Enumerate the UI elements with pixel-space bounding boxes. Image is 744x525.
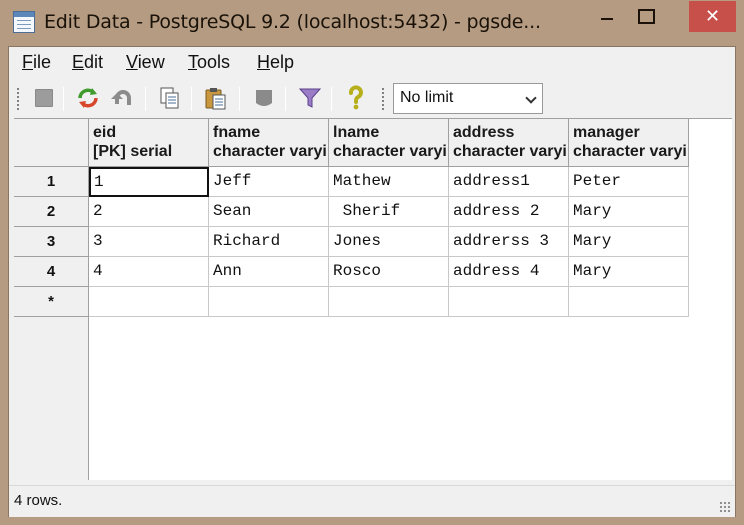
paste-icon[interactable] <box>203 85 229 111</box>
table-cell[interactable]: Richard <box>209 227 329 257</box>
window-title: Edit Data - PostgreSQL 9.2 (localhost:54… <box>44 11 541 33</box>
grid-corner[interactable] <box>14 119 89 167</box>
column-header-address[interactable]: address character varying <box>449 119 569 167</box>
table-cell[interactable]: addrerss 3 <box>449 227 569 257</box>
menu-bar: File Edit View Tools Help <box>9 47 735 79</box>
new-row-cell[interactable] <box>449 287 569 317</box>
table-cell[interactable]: Rosco <box>329 257 449 287</box>
new-row-cell[interactable] <box>89 287 209 317</box>
status-bar: 4 rows. <box>9 485 735 517</box>
help-icon[interactable] <box>343 85 369 111</box>
row-header[interactable]: 1 <box>14 167 89 197</box>
row-limit-select[interactable]: No limit <box>393 83 543 114</box>
title-bar[interactable]: Edit Data - PostgreSQL 9.2 (localhost:54… <box>0 0 744 46</box>
table-cell[interactable]: Jeff <box>209 167 329 197</box>
chevron-down-icon <box>525 92 537 104</box>
table-icon <box>13 11 35 33</box>
table-cell[interactable]: 2 <box>89 197 209 227</box>
menu-view[interactable]: View <box>126 52 165 73</box>
undo-icon[interactable] <box>109 85 135 111</box>
table-cell[interactable]: Mary <box>569 227 689 257</box>
menu-help[interactable]: Help <box>257 52 294 73</box>
row-limit-value: No limit <box>400 89 454 106</box>
maximize-button[interactable] <box>631 6 661 28</box>
menu-edit[interactable]: Edit <box>72 52 103 73</box>
window-client: File Edit View Tools Help No limit eid [… <box>8 46 736 517</box>
table-cell[interactable]: 3 <box>89 227 209 257</box>
new-row-header[interactable]: * <box>14 287 89 317</box>
table-cell[interactable]: Jones <box>329 227 449 257</box>
delete-icon[interactable] <box>251 85 277 111</box>
row-count-status: 4 rows. <box>14 492 63 509</box>
table-cell[interactable]: 1 <box>89 167 209 197</box>
menu-tools[interactable]: Tools <box>188 52 230 73</box>
table-cell[interactable]: address 2 <box>449 197 569 227</box>
new-row-cell[interactable] <box>329 287 449 317</box>
toolbar-grip-2[interactable] <box>381 87 385 111</box>
column-header-eid[interactable]: eid [PK] serial <box>89 119 209 167</box>
copy-icon[interactable] <box>157 85 183 111</box>
column-header-lname[interactable]: lname character varying <box>329 119 449 167</box>
table-cell[interactable]: Peter <box>569 167 689 197</box>
table-cell[interactable]: address 4 <box>449 257 569 287</box>
table-cell[interactable]: Sherif <box>329 197 449 227</box>
row-header[interactable]: 2 <box>14 197 89 227</box>
resize-grip-icon[interactable] <box>719 501 731 513</box>
row-header[interactable]: 3 <box>14 227 89 257</box>
column-header-manager[interactable]: manager character varying <box>569 119 689 167</box>
minimize-button[interactable] <box>593 6 623 28</box>
table-cell[interactable]: Mary <box>569 197 689 227</box>
column-header-fname[interactable]: fname character varying <box>209 119 329 167</box>
toolbar: No limit <box>9 79 735 117</box>
filter-icon[interactable] <box>297 85 323 111</box>
refresh-icon[interactable] <box>75 85 101 111</box>
data-grid[interactable]: eid [PK] serial fname character varying … <box>14 118 732 480</box>
table-cell[interactable]: 4 <box>89 257 209 287</box>
close-button[interactable]: ✕ <box>689 1 736 32</box>
table-cell[interactable]: Ann <box>209 257 329 287</box>
new-row-cell[interactable] <box>569 287 689 317</box>
table-cell[interactable]: Sean <box>209 197 329 227</box>
menu-file[interactable]: File <box>22 52 51 73</box>
table-cell[interactable]: Mary <box>569 257 689 287</box>
row-header[interactable]: 4 <box>14 257 89 287</box>
new-row-cell[interactable] <box>209 287 329 317</box>
toolbar-grip[interactable] <box>16 87 20 111</box>
table-cell[interactable]: Mathew <box>329 167 449 197</box>
table-cell[interactable]: address1 <box>449 167 569 197</box>
save-icon[interactable] <box>31 85 57 111</box>
